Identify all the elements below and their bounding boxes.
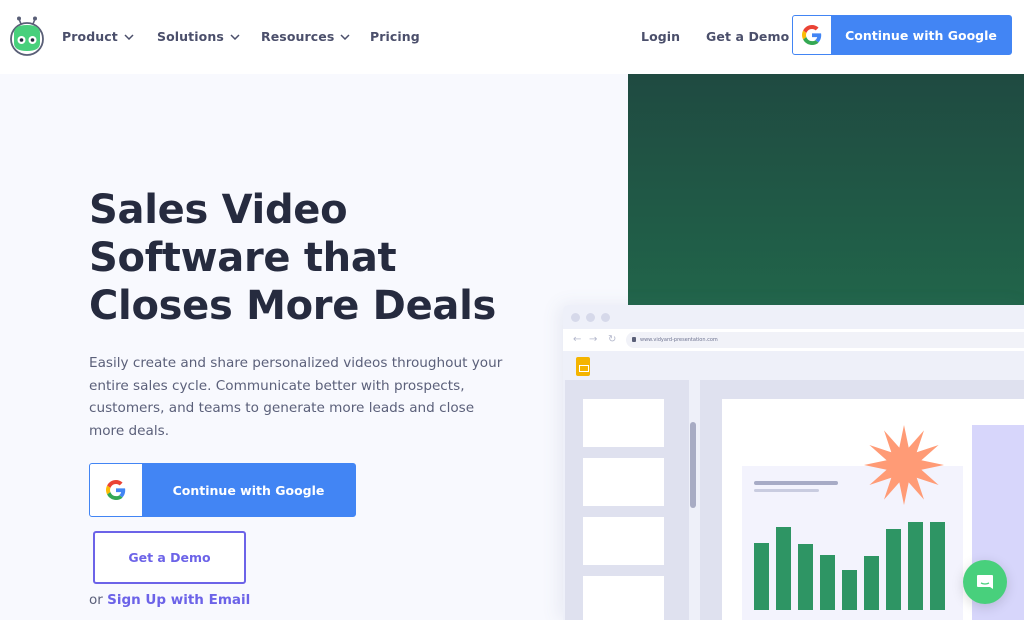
nav-solutions[interactable]: Solutions — [157, 29, 240, 44]
browser-mockup: ← → ↻ www.vidyard-presentation.com — [563, 305, 1024, 620]
continue-with-google-button-header[interactable]: Continue with Google — [792, 15, 1012, 55]
slide-thumbnail — [583, 576, 664, 620]
browser-url-bar: ← → ↻ www.vidyard-presentation.com — [563, 329, 1024, 351]
illustration-bar — [820, 555, 835, 610]
nav-pricing-label: Pricing — [370, 29, 420, 44]
nav-product-label: Product — [62, 29, 118, 44]
nav-resources[interactable]: Resources — [261, 29, 350, 44]
illustration-bar — [886, 529, 901, 610]
back-arrow-icon: ← — [573, 334, 582, 345]
illustration-bar — [842, 570, 857, 610]
url-text: www.vidyard-presentation.com — [640, 337, 718, 343]
google-icon — [106, 480, 126, 500]
nav-resources-label: Resources — [261, 29, 335, 44]
forward-arrow-icon: → — [589, 334, 598, 345]
signup-line: or Sign Up with Email — [89, 592, 250, 608]
hero-title-line: Sales Video — [89, 187, 348, 233]
login-link[interactable]: Login — [641, 29, 680, 44]
hero-description: Easily create and share personalized vid… — [89, 355, 503, 439]
chevron-down-icon — [340, 33, 350, 40]
get-demo-link[interactable]: Get a Demo — [706, 29, 789, 44]
illustration-bar — [776, 527, 791, 610]
continue-with-google-button-hero[interactable]: Continue with Google — [89, 463, 356, 517]
slide-thumbnail — [583, 458, 664, 506]
illustration-bar — [930, 522, 945, 610]
slide-thumbnail — [583, 399, 664, 447]
hero-title: Sales Video Software that Closes More De… — [89, 186, 496, 330]
card-title-line — [754, 481, 838, 485]
nav-product[interactable]: Product — [62, 29, 134, 44]
chevron-down-icon — [230, 33, 240, 40]
video-preview-panel — [628, 74, 1024, 306]
google-button-label: Continue with Google — [172, 482, 325, 498]
get-demo-label: Get a Demo — [706, 29, 790, 44]
login-label: Login — [641, 29, 681, 44]
site-header: Product Solutions Resources Pricing Logi… — [0, 0, 1024, 74]
google-icon-box — [90, 464, 142, 516]
window-dot-icon — [601, 313, 610, 322]
slide-thumbnail — [583, 517, 664, 565]
vidyard-logo-icon[interactable] — [7, 15, 47, 57]
signup-prefix: or — [89, 592, 103, 608]
illustration-bar — [798, 544, 813, 610]
reload-icon: ↻ — [608, 334, 617, 345]
hero-title-line: Software that — [89, 235, 397, 281]
card-subtitle-line — [754, 489, 819, 492]
illustration-bar — [754, 543, 769, 610]
lock-icon — [632, 337, 636, 342]
chat-icon — [977, 575, 993, 589]
starburst-shape — [864, 425, 944, 505]
illustration-bar — [908, 522, 923, 610]
chevron-down-icon — [124, 33, 134, 40]
google-icon-box — [793, 16, 831, 54]
nav-pricing[interactable]: Pricing — [370, 29, 420, 44]
url-field: www.vidyard-presentation.com — [626, 332, 1024, 348]
signup-with-email-link[interactable]: Sign Up with Email — [107, 592, 250, 608]
slide-thumbnail-panel — [565, 380, 689, 620]
starburst-icon — [864, 425, 944, 505]
window-dot-icon — [586, 313, 595, 322]
nav-solutions-label: Solutions — [157, 29, 224, 44]
chat-widget-button[interactable] — [963, 560, 1007, 604]
slides-icon — [576, 357, 590, 376]
hero-title-line: Closes More Deals — [89, 283, 497, 329]
google-button-label: Continue with Google — [845, 27, 997, 43]
window-dot-icon — [571, 313, 580, 322]
google-icon — [802, 25, 822, 45]
thumbnail-scrollbar — [690, 422, 696, 508]
illustration-bar — [864, 556, 879, 610]
get-demo-button[interactable]: Get a Demo — [93, 531, 246, 584]
